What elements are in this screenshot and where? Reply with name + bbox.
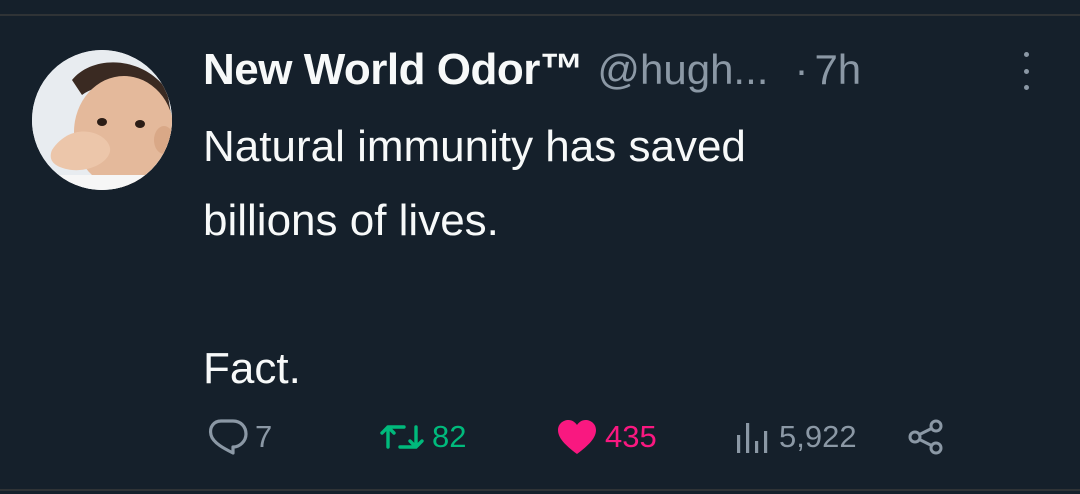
share-icon (908, 419, 943, 455)
avatar[interactable] (32, 50, 172, 190)
like-button[interactable]: 435 (555, 412, 657, 462)
separator-dot: · (794, 46, 809, 93)
user-handle[interactable]: @hugh... (597, 46, 768, 94)
reply-button[interactable]: 7 (205, 412, 272, 462)
retweet-button[interactable]: 82 (378, 412, 466, 462)
avatar-image (32, 50, 172, 190)
tweet-text-line-2: billions of lives. (203, 196, 499, 245)
tweet-text-line-3: Fact. (203, 344, 301, 393)
timestamp[interactable]: 7h (814, 46, 861, 94)
views-count: 5,922 (779, 419, 857, 454)
views-bar-chart-icon (737, 423, 768, 453)
retweet-count: 82 (432, 419, 467, 454)
heart-icon (558, 420, 596, 454)
action-bar: 7 82 435 5,922 (0, 412, 1080, 462)
tweet-text: Natural immunity has saved billions of l… (203, 110, 1003, 406)
reply-bubble-icon (208, 419, 248, 455)
like-count: 435 (605, 419, 657, 454)
retweet-icon (380, 425, 424, 449)
more-vertical-icon[interactable] (1016, 52, 1036, 90)
tweet-header: New World Odor™ @hugh... · 7h (203, 40, 861, 100)
display-name[interactable]: New World Odor™ (203, 45, 584, 95)
tweet-text-line-1: Natural immunity has saved (203, 122, 746, 171)
views-button[interactable]: 5,922 (733, 412, 857, 462)
top-divider (0, 14, 1080, 16)
text-gap (203, 258, 1003, 332)
bottom-divider (0, 489, 1080, 491)
share-button[interactable] (906, 412, 946, 462)
reply-count: 7 (255, 419, 273, 454)
